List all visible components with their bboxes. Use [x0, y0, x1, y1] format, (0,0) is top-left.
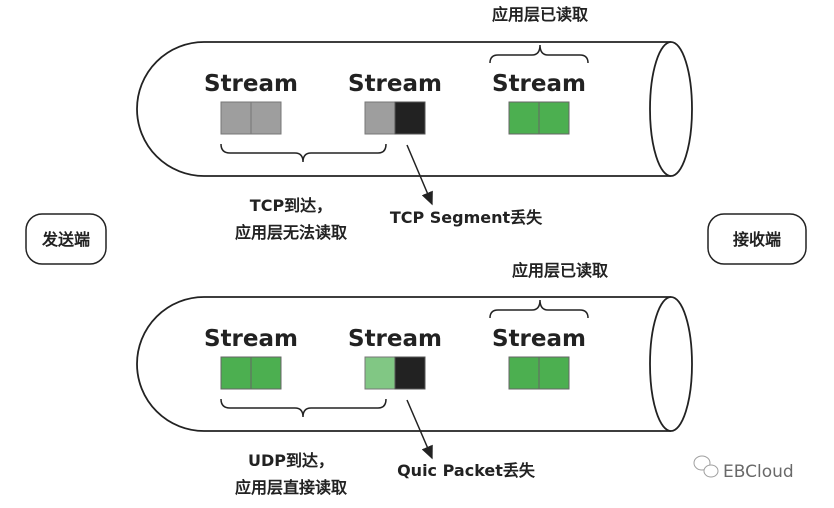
- stream-label: Stream: [492, 71, 586, 97]
- packet-green: [220, 356, 252, 390]
- arrived-label-line1: UDP到达，: [248, 451, 334, 470]
- stream-label: Stream: [348, 326, 442, 352]
- arrow: [406, 399, 433, 460]
- watermark-text: EBCloud: [723, 462, 794, 482]
- packet-gray: [250, 101, 282, 135]
- brace-above: [489, 44, 589, 64]
- arrived-label-line2: 应用层直接读取: [235, 478, 347, 497]
- packet-green: [508, 101, 540, 135]
- tcp-vs-quic-diagram: 发送端 接收端 Stream Stream Stream 应用层已读取 TCP到…: [25, 5, 807, 497]
- brace-above: [489, 299, 589, 319]
- arrived-label-line2: 应用层无法读取: [235, 223, 347, 242]
- packet-light-green: [364, 356, 396, 390]
- packet-green: [538, 356, 570, 390]
- receiver-label: 接收端: [733, 230, 781, 249]
- sender-node: 发送端: [25, 213, 107, 265]
- packet-green: [508, 356, 540, 390]
- brace-below: [220, 398, 387, 418]
- packet-lost: [394, 356, 426, 390]
- packet-gray: [220, 101, 252, 135]
- read-label: 应用层已读取: [492, 5, 588, 24]
- quic-pipe: Stream Stream Stream: [136, 296, 693, 460]
- sender-label: 发送端: [41, 230, 90, 249]
- lost-label: Quic Packet丢失: [397, 461, 536, 480]
- watermark: EBCloud: [693, 455, 794, 482]
- arrived-label-line1: TCP到达，: [250, 196, 332, 215]
- arrow: [406, 144, 433, 206]
- packet-lost: [394, 101, 426, 135]
- packet-gray: [364, 101, 396, 135]
- lost-label: TCP Segment丢失: [390, 208, 543, 227]
- tcp-pipe: Stream Stream Stream: [136, 41, 693, 206]
- stream-label: Stream: [204, 326, 298, 352]
- read-label: 应用层已读取: [512, 261, 608, 280]
- stream-label: Stream: [492, 326, 586, 352]
- packet-green: [250, 356, 282, 390]
- packet-green: [538, 101, 570, 135]
- brace-below: [220, 143, 387, 163]
- wechat-icon: [693, 455, 719, 478]
- stream-label: Stream: [204, 71, 298, 97]
- receiver-node: 接收端: [707, 213, 807, 265]
- stream-label: Stream: [348, 71, 442, 97]
